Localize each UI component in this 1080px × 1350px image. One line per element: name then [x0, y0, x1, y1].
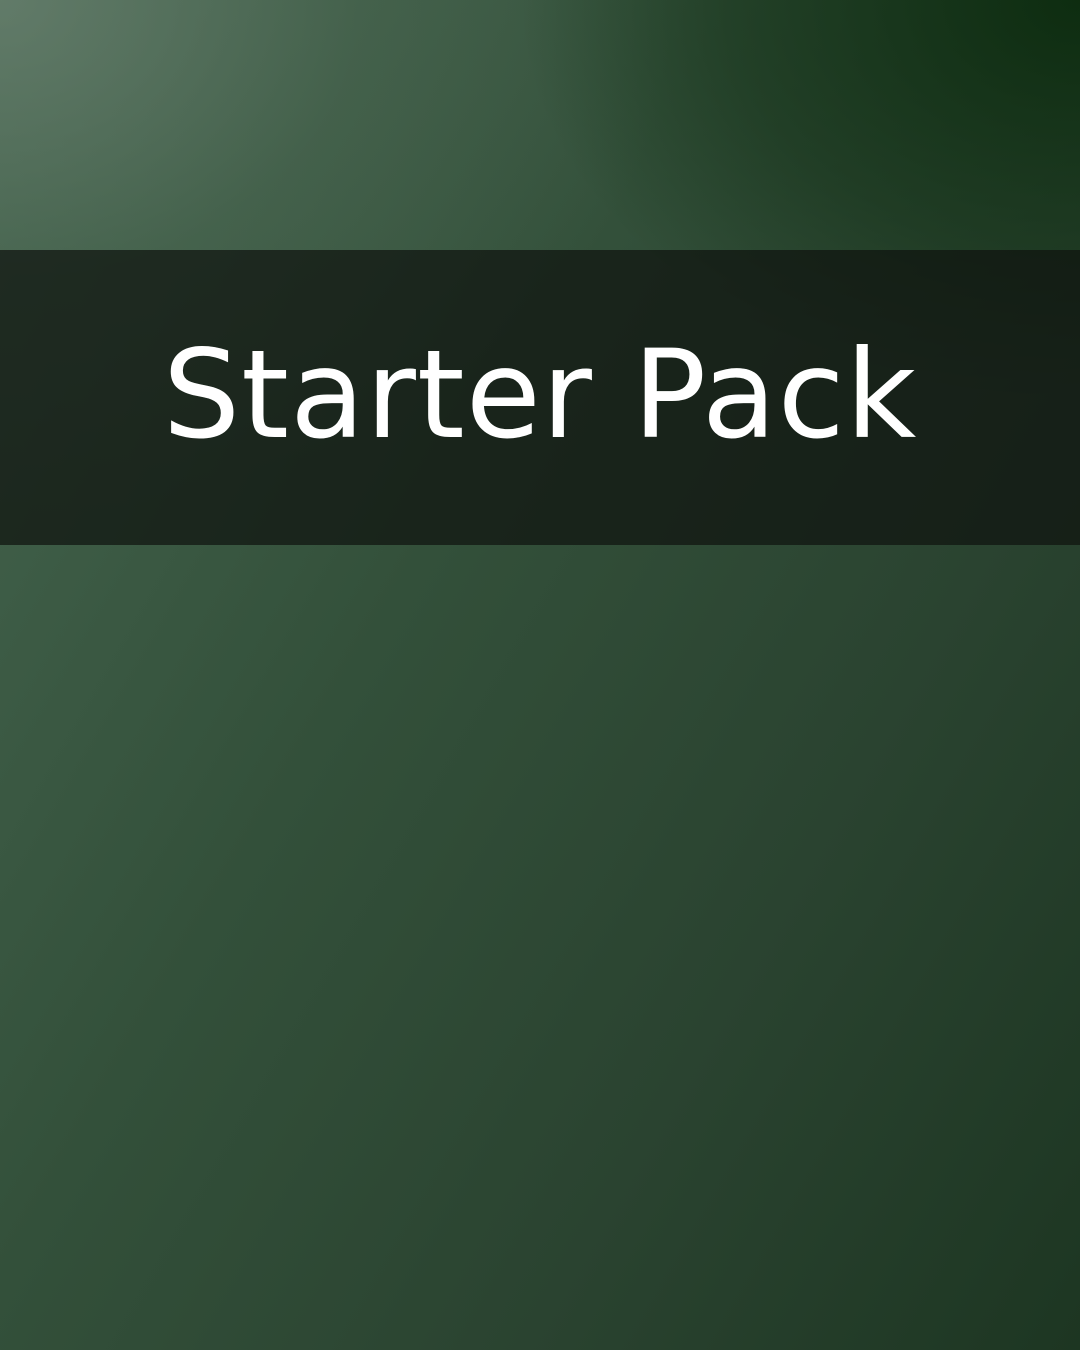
- background-shadow: [0, 0, 1080, 1350]
- title-banner: Starter Pack: [0, 250, 1080, 545]
- starter-pack-card: Starter Pack: [0, 0, 1080, 1350]
- card-title: Starter Pack: [162, 323, 918, 466]
